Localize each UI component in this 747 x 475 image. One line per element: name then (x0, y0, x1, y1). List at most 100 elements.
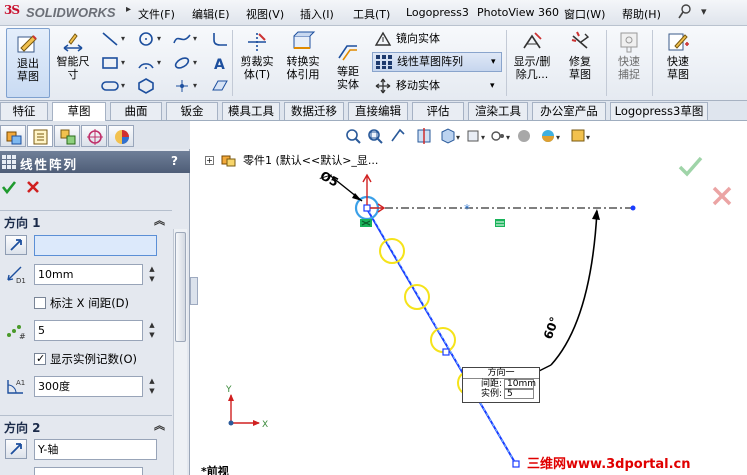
label-x-spacing-checkbox-box[interactable] (34, 297, 46, 309)
polygon-icon[interactable] (136, 77, 156, 95)
pattern-end-point[interactable] (512, 460, 520, 468)
circle-icon[interactable] (136, 30, 156, 48)
move-entities-dropdown-icon[interactable]: ▾ (490, 76, 495, 96)
angle-spinner[interactable]: ▲ ▼ (147, 376, 157, 397)
smart-dimension-label: 智能尺寸 (56, 55, 90, 81)
mirror-entities-button[interactable]: 镜向实体 (372, 29, 502, 49)
scrollbar-thumb[interactable] (175, 232, 186, 342)
property-manager-scrollbar[interactable] (173, 229, 187, 475)
ribbon-separator (652, 30, 653, 96)
configuration-manager-tab[interactable] (54, 125, 80, 147)
direction1-spacing-input[interactable]: 10mm (34, 264, 143, 285)
pin-icon[interactable] (678, 4, 692, 20)
rectangle-dropdown-icon[interactable]: ▾ (121, 54, 129, 72)
direction1-group-header[interactable]: 方向 1 ︽ (0, 210, 172, 230)
pattern-callout[interactable]: 方向一 间距: 10mm 实例: 5 (462, 367, 540, 403)
rapid-sketch-button[interactable]: 快速草图 (656, 30, 700, 98)
tab-direct-editing[interactable]: 直接编辑 (348, 102, 408, 120)
menu-tools[interactable]: 工具(T) (353, 6, 390, 22)
tab-data-migration[interactable]: 数据迁移 (284, 102, 344, 120)
exit-sketch-button[interactable]: 退出草图 (6, 28, 50, 98)
seed-center-point[interactable] (363, 204, 371, 212)
linear-sketch-pattern-button[interactable]: 线性草图阵列 ▾ (372, 52, 502, 72)
reverse-direction2-button[interactable] (5, 439, 27, 459)
tab-logopress3-sketch[interactable]: Logopress3草图 (610, 102, 708, 120)
tab-surfaces[interactable]: 曲面 (110, 102, 162, 120)
triad-y-label: Y (225, 385, 232, 395)
smart-dimension-button[interactable]: 智能尺寸 (54, 30, 92, 98)
repair-sketch-button[interactable]: 修复草图 (558, 30, 602, 98)
trim-entities-button[interactable]: 剪裁实体(T) (236, 30, 278, 98)
property-manager-tab[interactable] (27, 125, 53, 147)
ok-checkmark-icon[interactable] (1, 179, 17, 195)
solidworks-logo[interactable]: 3S SOLIDWORKS (4, 3, 122, 23)
menu-logopress[interactable]: Logopress3 (406, 6, 469, 19)
feature-manager-tab[interactable] (0, 125, 26, 147)
ellipse-dropdown-icon[interactable]: ▾ (193, 54, 201, 72)
show-instance-count-checkbox-box[interactable] (34, 351, 46, 367)
count-spinner[interactable]: ▲ ▼ (147, 320, 157, 341)
menu-edit[interactable]: 编辑(E) (192, 6, 230, 22)
menu-view[interactable]: 视图(V) (246, 6, 284, 22)
slot-icon[interactable] (100, 77, 120, 95)
callout-count-value[interactable]: 5 (504, 389, 535, 399)
show-instance-count-checkbox[interactable]: 显示实例记数(O) (34, 351, 137, 367)
callout-spacing-value[interactable]: 10mm (504, 379, 536, 389)
cancel-x-icon[interactable] (25, 179, 41, 195)
line-dropdown-icon[interactable]: ▾ (121, 30, 129, 48)
spacing-spinner[interactable]: ▲ ▼ (147, 264, 157, 285)
text-icon[interactable]: A (210, 54, 230, 72)
move-entities-button[interactable]: 移动实体 ▾ (372, 76, 502, 96)
point-icon[interactable] (172, 77, 192, 95)
endpoint-marker (630, 205, 636, 211)
menu-help[interactable]: 帮助(H) (622, 6, 661, 22)
panel-collapse-handle[interactable] (190, 277, 198, 305)
direction1-angle-input[interactable]: 300度 (34, 376, 143, 397)
tab-mold-tools[interactable]: 模具工具 (222, 102, 280, 120)
spline-dropdown-icon[interactable]: ▾ (193, 30, 201, 48)
display-manager-tab[interactable] (108, 125, 134, 147)
display-delete-relations-button[interactable]: 显示/删除几... (510, 30, 554, 98)
angle-dimension-arc[interactable] (550, 210, 598, 366)
direction2-spacing-input[interactable] (34, 467, 143, 475)
menu-file[interactable]: 文件(F) (138, 6, 175, 22)
reverse-direction-button[interactable] (5, 235, 27, 255)
plane-icon[interactable] (210, 77, 230, 95)
ellipse-icon[interactable] (172, 54, 192, 72)
direction1-reference-field[interactable] (34, 235, 157, 256)
minimize-icon[interactable]: ▾ (701, 5, 707, 18)
convert-entities-button[interactable]: 转换实体引用 (282, 30, 324, 98)
arc-icon[interactable] (136, 54, 156, 72)
instance-point[interactable] (442, 348, 450, 356)
rectangle-icon[interactable] (100, 54, 120, 72)
tab-sheet-metal[interactable]: 钣金 (166, 102, 218, 120)
label-x-spacing-checkbox[interactable]: 标注 X 间距(D) (34, 295, 129, 311)
circle-dropdown-icon[interactable]: ▾ (157, 30, 165, 48)
tab-sketch[interactable]: 草图 (52, 102, 106, 121)
arc-dropdown-icon[interactable]: ▾ (157, 54, 165, 72)
quick-snaps-button[interactable]: 快速捕捉 (610, 30, 648, 98)
offset-entities-button[interactable]: 等距实体 (328, 40, 368, 98)
direction2-reference-field[interactable]: Y-轴 (34, 439, 157, 460)
help-button[interactable]: ? (171, 154, 178, 168)
menu-insert[interactable]: 插入(I) (300, 6, 334, 22)
spline-icon[interactable] (172, 30, 192, 48)
fillet-icon[interactable] (210, 30, 230, 48)
point-dropdown-icon[interactable]: ▾ (193, 77, 201, 95)
slot-dropdown-icon[interactable]: ▾ (121, 77, 129, 95)
tab-evaluate[interactable]: 评估 (412, 102, 464, 120)
tab-features[interactable]: 特征 (0, 102, 48, 120)
direction1-count-input[interactable]: 5 (34, 320, 143, 341)
linear-pattern-dropdown-icon[interactable]: ▾ (491, 52, 496, 72)
collapse-chevron-icon[interactable]: ︽ (154, 212, 165, 228)
pattern-instance-3[interactable] (404, 284, 430, 310)
tab-render-tools[interactable]: 渲染工具 (468, 102, 528, 120)
tab-office-products[interactable]: 办公室产品 (532, 102, 606, 120)
line-icon[interactable] (100, 30, 120, 48)
menu-photoview[interactable]: PhotoView 360 (477, 6, 559, 19)
collapse-chevron-icon[interactable]: ︽ (154, 417, 165, 433)
dimxpert-tab[interactable] (81, 125, 107, 147)
graphics-area[interactable]: ▾ ▾ ▾ ▾ ▾ + 零件1 (默认<<默认>_显... * Y X Ø5 6… (199, 121, 747, 475)
menu-window[interactable]: 窗口(W) (564, 6, 605, 22)
direction2-group-header[interactable]: 方向 2 ︽ (0, 415, 172, 435)
